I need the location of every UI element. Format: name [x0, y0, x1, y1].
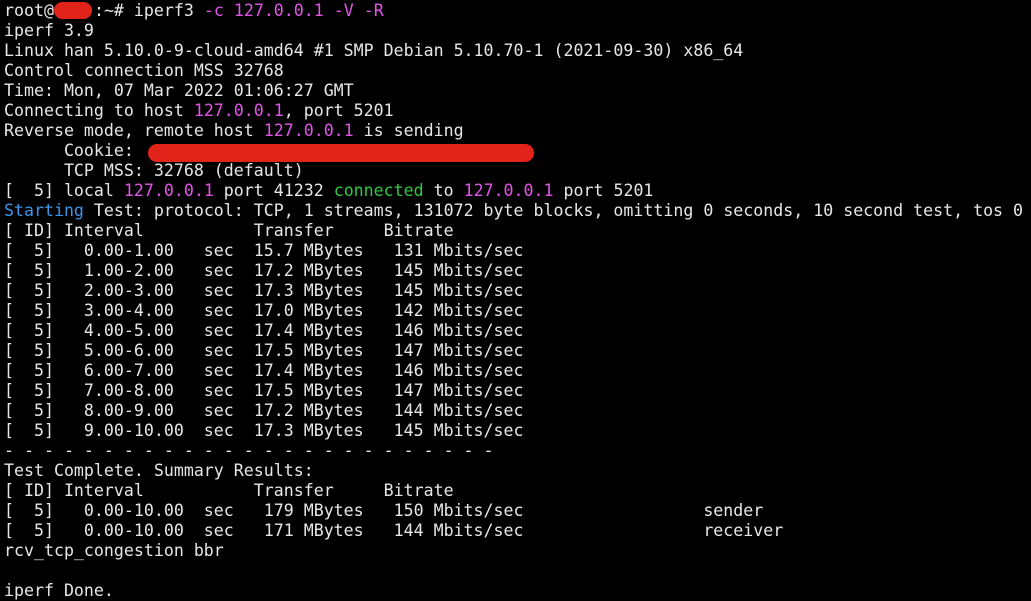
starting-label: Starting	[4, 201, 84, 220]
connection-prefix: [ 5] local	[4, 181, 124, 200]
interval-row: [ 5] 8.00-9.00 sec 17.2 MBytes 144 Mbits…	[4, 401, 524, 420]
prompt-suffix: :~#	[93, 1, 134, 20]
connection-to: to	[423, 181, 464, 200]
interval-header: [ ID] Interval Transfer Bitrate	[4, 221, 454, 240]
connecting-line: Connecting to host 127.0.0.1, port 5201	[4, 101, 1031, 121]
summary-row-receiver: [ 5] 0.00-10.00 sec 171 MBytes 144 Mbits…	[4, 521, 784, 540]
summary-header: [ ID] Interval Transfer Bitrate	[4, 481, 454, 500]
remote-host: 127.0.0.1	[463, 181, 554, 200]
interval-row: [ 5] 9.00-10.00 sec 17.3 MBytes 145 Mbit…	[4, 421, 524, 440]
version-line: iperf 3.9	[4, 21, 94, 40]
command-args: -c 127.0.0.1 -V -R	[203, 1, 384, 20]
connecting-prefix: Connecting to host	[4, 101, 194, 120]
congestion-line: rcv_tcp_congestion bbr	[4, 541, 224, 560]
cookie-line: Cookie:	[4, 141, 1031, 162]
interval-row: [ 5] 5.00-6.00 sec 17.5 MBytes 147 Mbits…	[4, 341, 524, 360]
command-name: iperf3	[133, 1, 194, 20]
summary-row-sender: [ 5] 0.00-10.00 sec 179 MBytes 150 Mbits…	[4, 501, 764, 520]
local-host: 127.0.0.1	[123, 181, 214, 200]
tcp-mss-line: TCP MSS: 32768 (default)	[4, 161, 304, 180]
cookie-label: Cookie:	[4, 141, 144, 160]
connection-line: [ 5] local 127.0.0.1 port 41232 connecte…	[4, 181, 1031, 201]
starting-text: Test: protocol: TCP, 1 streams, 131072 b…	[83, 201, 1024, 220]
connecting-host: 127.0.0.1	[193, 101, 284, 120]
reverse-suffix: is sending	[353, 121, 464, 140]
reverse-mode-line: Reverse mode, remote host 127.0.0.1 is s…	[4, 121, 1031, 141]
connected-status: connected	[333, 181, 424, 200]
prompt-user: root@	[4, 1, 54, 20]
reverse-prefix: Reverse mode, remote host	[4, 121, 264, 140]
interval-row: [ 5] 7.00-8.00 sec 17.5 MBytes 147 Mbits…	[4, 381, 524, 400]
time-line: Time: Mon, 07 Mar 2022 01:06:27 GMT	[4, 81, 354, 100]
interval-row: [ 5] 0.00-1.00 sec 15.7 MBytes 131 Mbits…	[4, 241, 524, 260]
connecting-suffix: , port 5201	[283, 101, 394, 120]
prompt-line: root@ :~# iperf3 -c 127.0.0.1 -V -R	[4, 1, 1031, 21]
interval-row: [ 5] 4.00-5.00 sec 17.4 MBytes 146 Mbits…	[4, 321, 524, 340]
starting-line: Starting Test: protocol: TCP, 1 streams,…	[4, 201, 1031, 221]
interval-row: [ 5] 6.00-7.00 sec 17.4 MBytes 146 Mbits…	[4, 361, 524, 380]
summary-title: Test Complete. Summary Results:	[4, 461, 314, 480]
uname-line: Linux han 5.10.0-9-cloud-amd64 #1 SMP De…	[4, 41, 744, 60]
reverse-host: 127.0.0.1	[263, 121, 354, 140]
local-port: port 41232	[213, 181, 334, 200]
separator-line: - - - - - - - - - - - - - - - - - - - - …	[4, 441, 494, 460]
remote-port: port 5201	[553, 181, 654, 200]
redacted-cookie	[147, 143, 534, 162]
redacted-hostname	[53, 2, 92, 19]
interval-row: [ 5] 1.00-2.00 sec 17.2 MBytes 145 Mbits…	[4, 261, 524, 280]
done-line: iperf Done.	[4, 581, 114, 600]
interval-row: [ 5] 2.00-3.00 sec 17.3 MBytes 145 Mbits…	[4, 281, 524, 300]
terminal-window[interactable]: root@ :~# iperf3 -c 127.0.0.1 -V -R iperf…	[0, 0, 1031, 600]
interval-row: [ 5] 3.00-4.00 sec 17.0 MBytes 142 Mbits…	[4, 301, 524, 320]
mss-line: Control connection MSS 32768	[4, 61, 284, 80]
